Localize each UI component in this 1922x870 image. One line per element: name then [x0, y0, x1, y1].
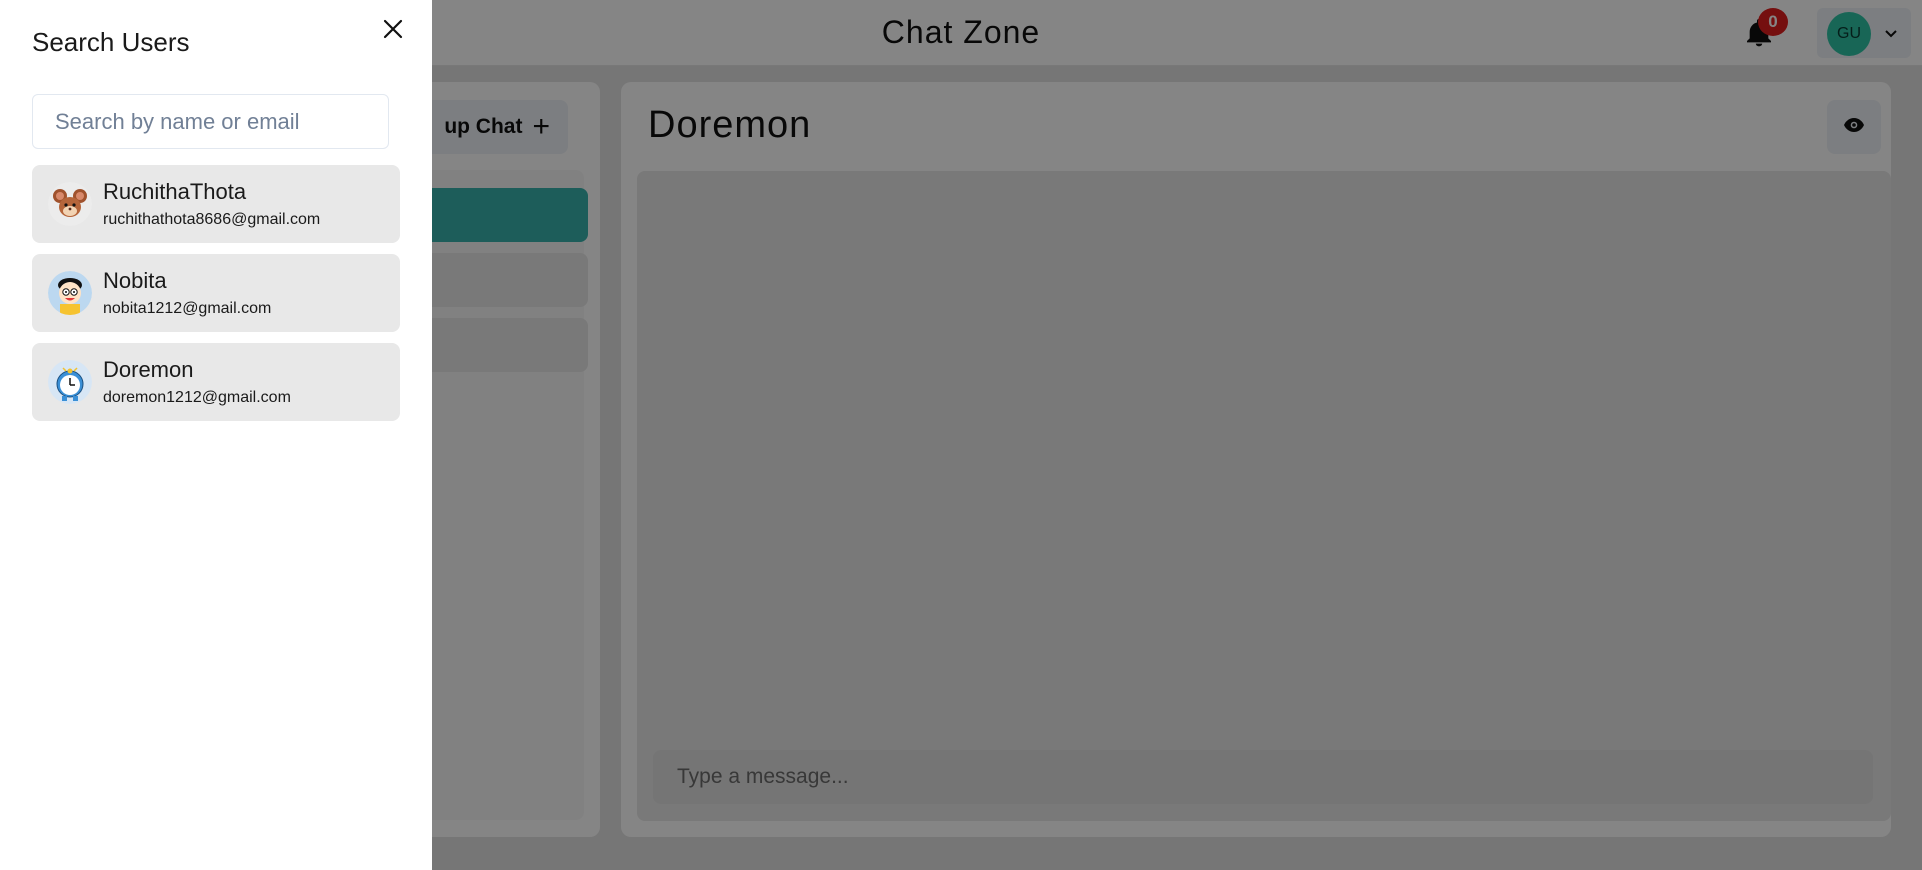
search-result-item[interactable]: RuchithaThota ruchithathota8686@gmail.co…	[32, 165, 400, 243]
chat-app: Chat Zone 0 GU up Chat + Doremon Type a …	[0, 0, 1922, 870]
close-icon	[383, 19, 403, 44]
search-result-item[interactable]: Nobita nobita1212@gmail.com	[32, 254, 400, 332]
user-name: Nobita	[103, 268, 167, 293]
doraemon-clock-avatar-icon	[48, 360, 92, 404]
user-name: Doremon	[103, 357, 194, 382]
user-email: nobita1212@gmail.com	[103, 300, 272, 317]
nobita-avatar-icon	[48, 271, 92, 315]
jerry-mouse-avatar-icon	[48, 182, 92, 226]
search-users-drawer: Search Users Search by name or email Ruc…	[0, 0, 432, 870]
close-drawer-button[interactable]	[380, 18, 406, 44]
drawer-title: Search Users	[32, 27, 190, 57]
user-email: doremon1212@gmail.com	[103, 389, 291, 406]
search-input[interactable]	[32, 94, 389, 149]
user-email: ruchithathota8686@gmail.com	[103, 211, 321, 228]
search-result-item[interactable]: Doremon doremon1212@gmail.com	[32, 343, 400, 421]
user-name: RuchithaThota	[103, 179, 247, 204]
